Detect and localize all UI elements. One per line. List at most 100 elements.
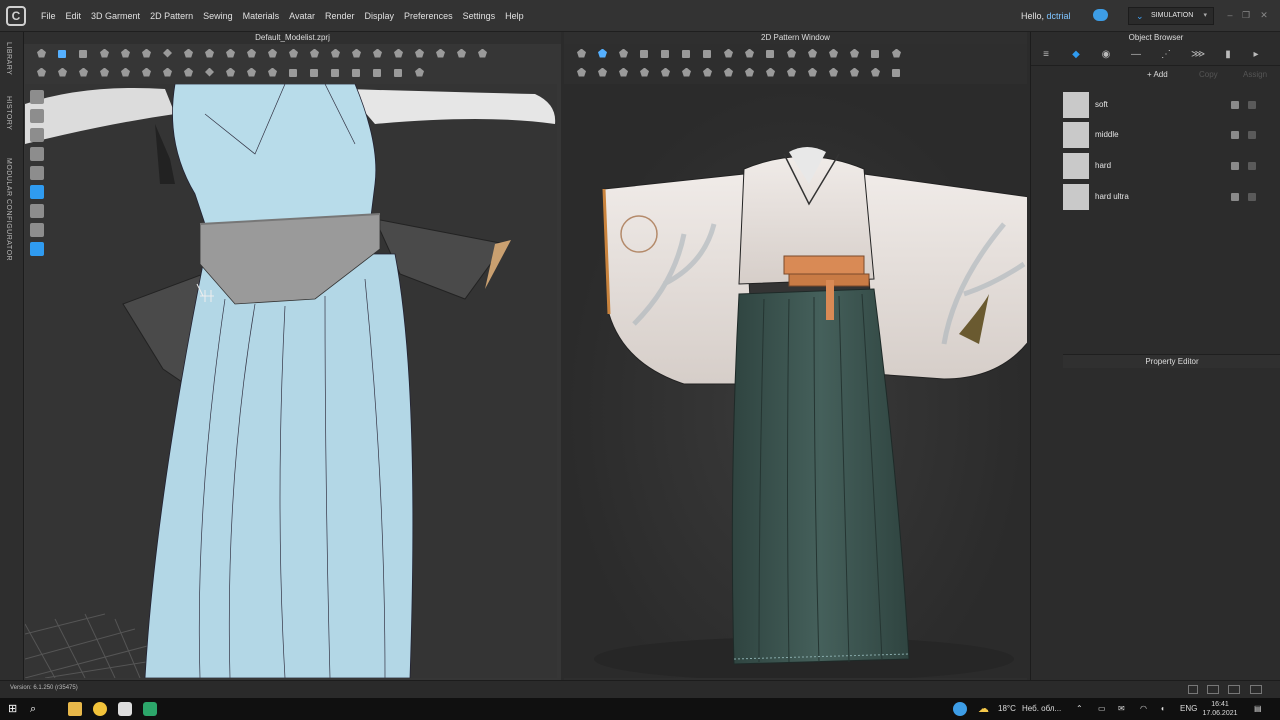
fabric-item[interactable]: hard <box>1063 153 1256 179</box>
restore-icon[interactable]: ❐ <box>1240 9 1252 21</box>
texture-icon[interactable] <box>412 47 427 60</box>
menu-2d-pattern[interactable]: 2D Pattern <box>150 11 193 21</box>
layout-3d-icon[interactable] <box>1207 685 1219 694</box>
fabric-copy-icon[interactable] <box>1231 101 1239 109</box>
fabric-delete-icon[interactable] <box>1248 162 1256 170</box>
ruler-icon[interactable] <box>889 47 904 60</box>
button-tab-icon[interactable]: ◉ <box>1099 48 1113 62</box>
help-icon[interactable] <box>953 702 967 716</box>
assign-button[interactable]: Assign <box>1243 70 1267 79</box>
dart-icon[interactable] <box>721 47 736 60</box>
user-greeting[interactable]: Hello, dctrial <box>1021 11 1071 21</box>
internal-rect-icon[interactable] <box>679 47 694 60</box>
pose-icon[interactable] <box>34 66 49 79</box>
fold-arrangement-icon[interactable] <box>679 66 694 79</box>
mode-selector[interactable]: ⌄ SIMULATION ▾ <box>1128 7 1214 25</box>
texture-surface-icon[interactable] <box>307 66 322 79</box>
edit-curvature-icon[interactable] <box>616 47 631 60</box>
wrinkle-icon[interactable] <box>55 66 70 79</box>
puckering-tab-icon[interactable]: ⋙ <box>1191 48 1205 62</box>
fabric-delete-icon[interactable] <box>1248 131 1256 139</box>
trim-icon[interactable] <box>433 47 448 60</box>
fabric-copy-icon[interactable] <box>1231 193 1239 201</box>
weather-temp[interactable]: 18°C <box>998 704 1016 713</box>
knit-pattern-icon[interactable] <box>721 66 736 79</box>
box-select-icon[interactable] <box>76 47 91 60</box>
yandex-browser-icon[interactable] <box>93 702 107 716</box>
knit-icon[interactable] <box>181 66 196 79</box>
minimize-icon[interactable]: – <box>1224 9 1236 21</box>
trace-icon[interactable] <box>742 47 757 60</box>
edit-pattern-icon[interactable] <box>574 47 589 60</box>
zipper-icon[interactable] <box>307 47 322 60</box>
tray-expand-icon[interactable]: ⌃ <box>1076 704 1083 713</box>
polygon-icon[interactable] <box>658 47 673 60</box>
list-icon[interactable]: ≡ <box>1039 48 1053 62</box>
cut-icon[interactable] <box>223 47 238 60</box>
rotate-pattern-icon[interactable] <box>595 66 610 79</box>
clo-app-icon[interactable] <box>118 702 132 716</box>
wire-icon[interactable] <box>223 66 238 79</box>
avatar-texture-icon[interactable] <box>30 109 44 123</box>
tab-library[interactable]: LIBRARY <box>5 42 12 75</box>
seam-taping-icon[interactable] <box>160 66 175 79</box>
add-button[interactable]: + Add <box>1147 70 1168 79</box>
fabric-tab-icon[interactable]: ◆ <box>1069 48 1083 62</box>
wifi-icon[interactable]: ◠ <box>1140 704 1147 713</box>
layout-2d-icon[interactable] <box>1228 685 1240 694</box>
menu-materials[interactable]: Materials <box>243 11 280 21</box>
3d-viewport[interactable] <box>25 84 557 678</box>
fit-map-icon[interactable] <box>391 66 406 79</box>
world-icon[interactable] <box>244 66 259 79</box>
recorder-app-icon[interactable] <box>143 702 157 716</box>
flip-icon[interactable] <box>616 66 631 79</box>
system-clock[interactable]: 16:41 17.06.2021 <box>1196 700 1244 718</box>
garment-display-icon[interactable] <box>30 128 44 142</box>
zipper-tab-icon[interactable]: ▮ <box>1221 48 1235 62</box>
avatar-surface-icon[interactable] <box>328 66 343 79</box>
button-tool-icon[interactable] <box>328 47 343 60</box>
pleat-icon[interactable] <box>658 66 673 79</box>
flatten-icon[interactable] <box>97 66 112 79</box>
seam-allowance-icon[interactable] <box>637 66 652 79</box>
tape-icon[interactable] <box>475 47 490 60</box>
menu-display[interactable]: Display <box>365 11 395 21</box>
seam-check-icon[interactable] <box>784 66 799 79</box>
grain-icon[interactable] <box>700 66 715 79</box>
environment-icon[interactable] <box>30 242 44 256</box>
fabric-copy-icon[interactable] <box>1231 162 1239 170</box>
fabric-copy-icon[interactable] <box>1231 131 1239 139</box>
weather-text[interactable]: Неб. обл... <box>1022 704 1061 713</box>
pattern-size-icon[interactable] <box>847 66 862 79</box>
file-explorer-icon[interactable] <box>68 702 82 716</box>
layout-single-icon[interactable] <box>1188 685 1198 694</box>
pin-icon[interactable] <box>160 47 175 60</box>
free-sewing-icon[interactable] <box>805 47 820 60</box>
tab-history[interactable]: HISTORY <box>5 96 12 130</box>
notifications-icon[interactable]: ▤ <box>1254 704 1262 713</box>
menu-3d-garment[interactable]: 3D Garment <box>91 11 140 21</box>
menu-preferences[interactable]: Preferences <box>404 11 453 21</box>
fold-angle-icon[interactable] <box>76 66 91 79</box>
wireframe-icon[interactable] <box>30 204 44 218</box>
fabric-thickness-icon[interactable] <box>286 66 301 79</box>
rotate-icon[interactable] <box>118 47 133 60</box>
menu-file[interactable]: File <box>41 11 56 21</box>
buttonhole-tab-icon[interactable]: — <box>1129 48 1143 62</box>
internal-polygon-icon[interactable] <box>700 47 715 60</box>
menu-sewing[interactable]: Sewing <box>203 11 233 21</box>
pattern-mesh-icon[interactable] <box>202 66 217 79</box>
fold-icon[interactable] <box>139 47 154 60</box>
fabric-delete-icon[interactable] <box>1248 193 1256 201</box>
shirt-icon[interactable] <box>97 47 112 60</box>
select-icon[interactable] <box>34 47 49 60</box>
measure-icon[interactable] <box>244 47 259 60</box>
texture-edit-icon[interactable] <box>868 66 883 79</box>
cross-cut-icon[interactable] <box>139 66 154 79</box>
pressure-icon[interactable] <box>349 66 364 79</box>
slash-spread-icon[interactable] <box>742 66 757 79</box>
baseline-icon[interactable] <box>763 66 778 79</box>
rectangle-icon[interactable] <box>637 47 652 60</box>
avatar-skin-icon[interactable] <box>30 223 44 237</box>
fabric-item[interactable]: middle <box>1063 122 1256 148</box>
